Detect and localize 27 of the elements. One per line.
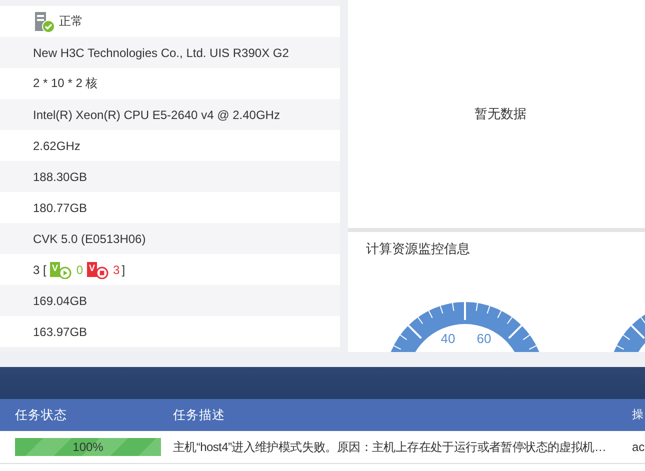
column-header: 操 [632, 408, 644, 423]
info-value: 2.62GHz [33, 138, 80, 152]
info-value: CVK 5.0 (E0513H06) [33, 232, 146, 246]
info-value: 169.04GB [33, 294, 88, 308]
task-description: 主机“host4”进入维护模式失败。原因：主机上存在处于运行或者暂停状态的虚拟机… [172, 439, 608, 456]
info-value: 188.30GB [33, 170, 88, 184]
vm-total: 3 [ [33, 262, 46, 276]
empty-message: 暂无数据 [474, 105, 526, 123]
info-value: 163.97GB [33, 324, 88, 338]
info-value: Intel(R) Xeon(R) CPU E5-2640 v4 @ 2.40GHz [33, 108, 280, 122]
stopped-count: 3 [113, 262, 120, 276]
bracket: ] [122, 262, 126, 276]
info-value: 180.77GB [33, 200, 88, 214]
progress-text: 100% [72, 440, 104, 454]
column-header: 任务状态 [14, 406, 68, 424]
table-cell: ac [632, 439, 645, 455]
running-count: 0 [76, 262, 84, 276]
icon-letter: V [52, 262, 58, 272]
gauge-tick-label: 60 [476, 331, 492, 346]
icon-letter: V [89, 262, 96, 272]
info-value: 2 * 10 * 2 核 [33, 75, 98, 92]
panel-title: 计算资源监控信息 [366, 240, 471, 258]
status-text: 正常 [59, 13, 83, 30]
column-header: 任务描述 [172, 406, 226, 424]
server-check-icon [33, 10, 55, 32]
info-value: New H3C Technologies Co., Ltd. UIS R390X G2 [33, 46, 289, 60]
gauge-tick-label: 40 [440, 331, 456, 346]
